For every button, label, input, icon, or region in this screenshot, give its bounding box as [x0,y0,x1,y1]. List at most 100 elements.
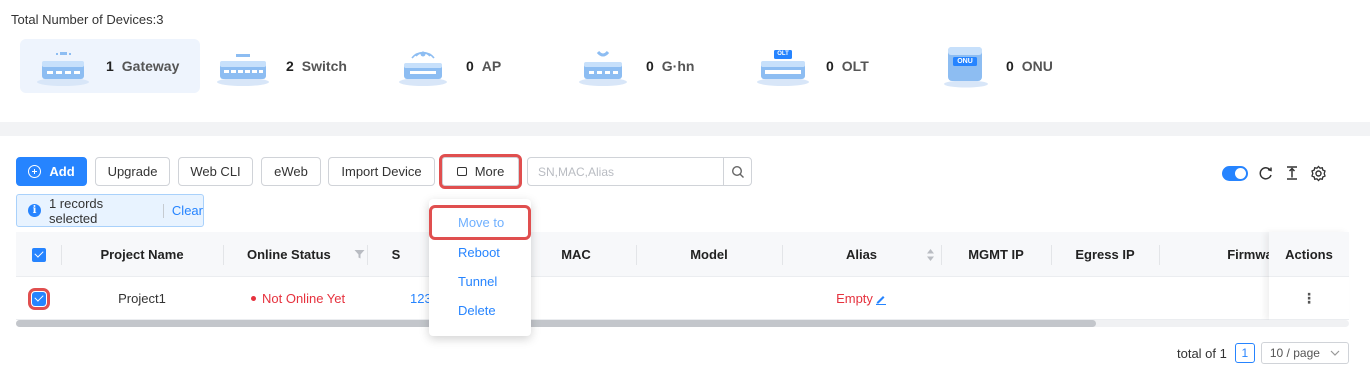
more-square-icon [456,167,467,176]
onu-icon-badge: ONU [957,58,973,65]
ghn-count: 0 [646,58,654,74]
olt-label: OLT [841,58,869,74]
menu-item-move-to[interactable]: Move to [429,205,531,240]
view-toggle[interactable] [1222,165,1248,181]
search-input[interactable] [528,158,723,185]
import-device-button[interactable]: Import Device [328,157,435,186]
page-number-button[interactable]: 1 [1234,343,1255,363]
table-horizontal-scrollbar[interactable] [16,320,1349,327]
column-mgmt-ip[interactable]: MGMT IP [941,232,1051,277]
search-button[interactable] [723,158,751,185]
switch-label: Switch [301,58,347,74]
total-devices-title: Total Number of Devices:3 [11,12,164,27]
row-select-cell [16,277,61,320]
device-type-ap[interactable]: 0 AP [380,39,540,93]
selection-banner: i 1 records selected Clear [16,194,204,227]
clear-selection-link[interactable]: Clear [172,203,203,218]
device-type-olt[interactable]: OLT 0 OLT [740,39,900,93]
gateway-count: 1 [106,58,114,74]
chevron-down-icon [1330,350,1340,356]
online-status-cell: Not Online Yet [223,277,367,320]
select-all-checkbox[interactable] [31,247,46,262]
scrollbar-thumb[interactable] [16,320,1096,327]
column-online-status-label: Online Status [247,247,331,262]
more-dropdown-menu: Move to Reboot Tunnel Delete [429,199,531,336]
device-list-page: Total Number of Devices:3 1 Gateway 2 Sw… [0,0,1370,375]
olt-count: 0 [826,58,834,74]
online-status-text: Not Online Yet [262,291,346,306]
more-button[interactable]: More [439,154,522,189]
column-alias[interactable]: Alias [782,232,941,277]
column-alias-label: Alias [845,247,878,262]
eweb-button[interactable]: eWeb [261,157,321,186]
settings-gear-icon[interactable] [1310,165,1327,182]
column-mac[interactable]: MAC [536,232,616,277]
menu-item-reboot[interactable]: Reboot [429,238,531,267]
page-size-select[interactable]: 10 / page [1260,342,1349,364]
olt-icon-badge: OLT [777,51,789,57]
select-all-cell [16,232,61,277]
device-table-header: Project Name Online Status S MAC Model A… [16,232,1349,277]
selection-count-text: 1 records selected [48,195,104,226]
row-actions-menu-icon[interactable]: ⋮ [1269,277,1349,320]
section-divider [0,122,1370,136]
gateway-icon [32,44,94,88]
alias-value: Empty [836,291,873,306]
onu-label: ONU [1021,58,1053,74]
filter-icon[interactable] [354,249,365,260]
column-model[interactable]: Model [636,232,782,277]
refresh-icon[interactable] [1258,165,1274,181]
page-size-value: 10 / page [1269,346,1320,360]
device-type-switch[interactable]: 2 Switch [200,39,360,93]
column-egress-ip[interactable]: Egress IP [1051,232,1159,277]
info-icon: i [28,204,41,217]
switch-icon [212,44,274,88]
more-button-label: More [474,164,505,179]
column-actions: Actions [1269,232,1349,277]
table-row[interactable]: Project1 Not Online Yet 123 Empty [16,277,1349,320]
table-tools [1222,163,1327,183]
column-online-status[interactable]: Online Status [223,232,383,277]
add-button[interactable]: Add [16,157,87,186]
ap-count: 0 [466,58,474,74]
ap-label: AP [481,58,502,74]
onu-count: 0 [1006,58,1014,74]
column-height-icon[interactable] [1284,165,1300,181]
device-type-onu[interactable]: ONU 0 ONU [920,39,1080,93]
menu-item-tunnel[interactable]: Tunnel [429,267,531,296]
upgrade-button[interactable]: Upgrade [95,157,170,186]
gateway-label: Gateway [121,58,180,74]
eweb-button-label: eWeb [274,164,308,179]
menu-item-delete[interactable]: Delete [429,296,531,325]
ghn-icon [572,44,634,88]
switch-count: 2 [286,58,294,74]
ap-icon [392,44,454,88]
edit-pencil-icon[interactable] [875,293,887,305]
column-sn[interactable]: S [376,232,416,277]
row-checkbox[interactable] [27,287,50,310]
banner-divider [162,203,164,218]
project-name-cell: Project1 [118,291,166,306]
column-firmware[interactable]: Firmware [1159,232,1285,277]
pagination: total of 1 1 10 / page [1177,342,1349,364]
device-summary-panel: Total Number of Devices:3 1 Gateway 2 Sw… [0,0,1370,122]
ghn-label: G·hn [661,58,695,74]
plus-circle-icon [28,165,42,178]
device-type-gateway[interactable]: 1 Gateway [20,39,200,93]
sort-icon[interactable] [926,248,935,262]
offline-status-dot [251,296,256,301]
search-box [527,157,752,186]
add-button-label: Add [49,164,75,179]
column-divider [367,245,368,265]
olt-icon: OLT [752,44,814,88]
pagination-total: total of 1 [1177,345,1227,361]
upgrade-button-label: Upgrade [107,164,158,179]
column-project-name[interactable]: Project Name [61,232,223,277]
device-type-ghn[interactable]: 0 G·hn [560,39,720,93]
search-icon [731,165,744,178]
web-cli-button-label: Web CLI [190,164,241,179]
onu-icon: ONU [932,44,994,88]
web-cli-button[interactable]: Web CLI [178,157,253,186]
actions-column: Actions ⋮ [1269,232,1349,320]
alias-cell: Empty [782,277,941,320]
